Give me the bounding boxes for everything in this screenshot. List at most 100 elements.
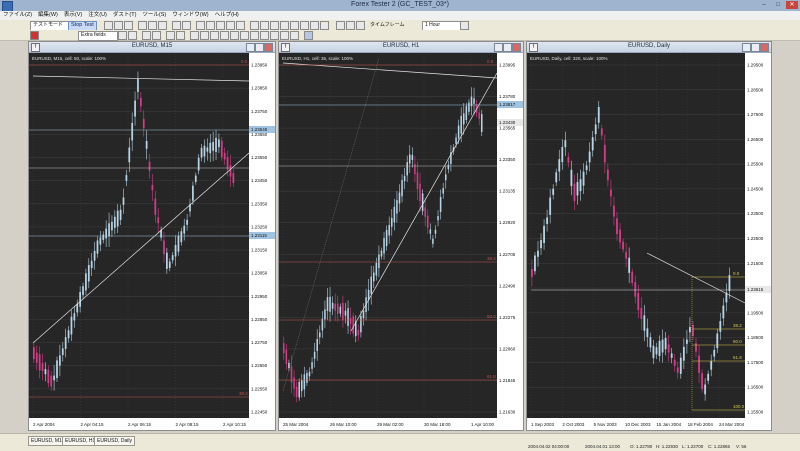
fibo-level-label: 50.0 [487,314,496,319]
chart-minimize-button[interactable] [494,43,503,52]
record-icon[interactable] [30,31,39,40]
extra-fields-combo[interactable]: Extra fields [78,31,118,41]
candle-body [646,328,649,338]
text-icon[interactable] [320,21,329,30]
candle-body [137,78,139,92]
order-icon[interactable] [172,21,181,30]
zoom-in-icon[interactable] [196,21,205,30]
regression-icon[interactable] [280,31,289,40]
settings-icon[interactable] [460,21,469,30]
jump-icon[interactable] [142,31,151,40]
candle-body [378,254,380,269]
chart-minimize-button[interactable] [246,43,255,52]
pause-icon[interactable] [158,21,167,30]
vertical-line-icon[interactable] [290,21,299,30]
menu-edit[interactable]: 編集(W) [35,11,61,20]
candle-body [220,140,223,158]
fibo-arc-icon[interactable] [250,31,259,40]
pitchfork-icon[interactable] [230,31,239,40]
bookmark-icon[interactable] [152,31,161,40]
candle-body [594,124,597,135]
text-label-icon[interactable] [190,31,199,40]
price-tick-label: 1.22750 [251,340,268,345]
new-chart-icon[interactable] [104,21,113,30]
chart-maximize-button[interactable] [503,43,512,52]
chart-tab-daily[interactable]: EURUSD, Daily [94,436,136,446]
chart-minimize-button[interactable] [742,43,751,52]
menu-help[interactable]: ヘルプ(H) [212,11,242,20]
timeframe-m5-icon[interactable] [346,21,355,30]
horizontal-line-icon[interactable] [280,21,289,30]
channel-icon[interactable] [300,21,309,30]
zoom-out-icon[interactable] [206,21,215,30]
candle-body [421,193,424,212]
gann-icon[interactable] [270,31,279,40]
menu-tools[interactable]: ツール(S) [139,11,169,20]
price-tick-label: 1.18500 [747,335,764,340]
arrow-down-icon[interactable] [176,31,185,40]
cycle-icon[interactable] [290,31,299,40]
minimize-button[interactable]: – [758,1,770,9]
ellipse-icon[interactable] [210,31,219,40]
arrow-up-icon[interactable] [166,31,175,40]
speed-slider-icon[interactable] [128,31,137,40]
chart-maximize-button[interactable] [255,43,264,52]
chart-close-button[interactable] [512,43,521,52]
candle-body [414,164,416,175]
menu-test[interactable]: ダスト(T) [110,11,140,20]
line-icon[interactable] [270,21,279,30]
line-chart-icon[interactable] [236,21,245,30]
candle-body [321,318,324,331]
menu-window[interactable]: ウィンドウ(W) [169,11,211,20]
chart-window-daily[interactable]: f EURUSD, Daily 1.29500 1.28500 1.27500 1.2… [526,41,772,431]
candle-body [411,154,414,160]
fibo-time-icon[interactable] [260,31,269,40]
candle-body [682,346,685,361]
maximize-button[interactable]: □ [772,1,784,9]
price-tag-label: 1.23615 [747,287,764,292]
chart-window-m15[interactable]: f EURUSD, M15 1.23950 1.23850 1.23750 1.236… [28,41,276,431]
candle-body [610,189,612,197]
candle-body [197,157,200,171]
close-button[interactable]: ✕ [786,1,798,9]
chart-canvas-daily[interactable]: 1.29500 1.28500 1.27500 1.26500 1.25500 1.245… [527,53,771,430]
fibo-icon[interactable] [310,21,319,30]
menu-file[interactable]: ファイル(Z) [0,11,35,20]
secondary-toolbar: Extra fields [0,30,800,41]
price-tick-label: 1.22450 [251,410,268,415]
open-icon[interactable] [114,21,123,30]
candle-body [713,349,716,357]
chart-canvas-m15[interactable]: 1.239501.238501.237501.236501.235501.234… [29,53,275,430]
fibo-fan-icon[interactable] [240,31,249,40]
cursor-icon[interactable] [250,21,259,30]
candle-body [38,354,41,371]
status-open: O: 1.22780 [630,444,653,449]
chart-canvas-h1[interactable]: 1.23995 1.23780 1.23565 1.23350 1.23135 1.229… [279,53,523,430]
play-icon[interactable] [138,21,147,30]
bar-chart-icon[interactable] [216,21,225,30]
color-picker-icon[interactable] [304,31,313,40]
rectangle-icon[interactable] [200,31,209,40]
plot-background [527,53,745,418]
chart-close-button[interactable] [760,43,769,52]
candle-body [218,139,220,148]
timeframe-m1-icon[interactable] [336,21,345,30]
chart-close-button[interactable] [264,43,273,52]
step-icon[interactable] [148,21,157,30]
chart-maximize-button[interactable] [751,43,760,52]
menu-view[interactable]: 表示(V) [61,11,85,20]
chart-tab-h1[interactable]: EURUSD, H1 [62,436,99,446]
chart-title: EURUSD, H1 [382,43,420,49]
candle-body [385,229,388,247]
timeframe-m15-icon[interactable] [356,21,365,30]
crosshair-icon[interactable] [260,21,269,30]
candle-chart-icon[interactable] [226,21,235,30]
chart-props-icon[interactable] [182,21,191,30]
candle-body [396,200,398,214]
triangle-icon[interactable] [220,31,229,40]
candle-body [616,218,618,235]
menu-order[interactable]: 注文(U) [85,11,110,20]
chevron-down-icon[interactable] [118,31,127,40]
save-icon[interactable] [124,21,133,30]
chart-window-h1[interactable]: f EURUSD, H1 1.23995 1.23780 1.23565 1.2335… [278,41,524,431]
